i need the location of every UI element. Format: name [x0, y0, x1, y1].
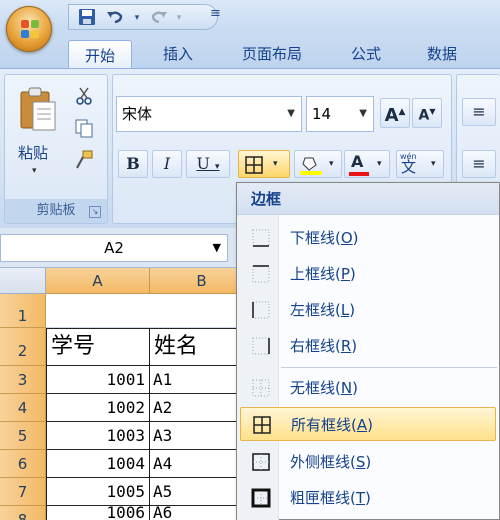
underline-button[interactable]: U ▾: [186, 150, 230, 178]
column-header-a[interactable]: A: [46, 268, 150, 294]
row-header-4[interactable]: 4: [0, 394, 46, 422]
format-painter-icon[interactable]: [74, 150, 96, 170]
row-header-2[interactable]: 2: [0, 328, 46, 366]
fill-color-button[interactable]: ▾: [294, 150, 342, 178]
tab-formulas[interactable]: 公式: [336, 42, 396, 66]
menu-item-label: 下框线(O): [290, 229, 359, 247]
row-header-6[interactable]: 6: [0, 450, 46, 478]
save-icon[interactable]: [77, 8, 97, 28]
paste-dropdown-icon: ▾: [32, 166, 37, 176]
all-borders-icon: [245, 156, 263, 174]
all-borders-icon: [253, 416, 271, 434]
copy-icon[interactable]: [74, 118, 96, 138]
menu-item-label: 右框线(R): [290, 337, 358, 355]
font-name-dropdown-icon[interactable]: ▼: [287, 97, 295, 131]
align-left-icon[interactable]: ≡: [462, 150, 496, 178]
paste-icon: [20, 87, 56, 131]
menu-item-label: 所有框线(A): [291, 416, 373, 434]
customize-qat-icon[interactable]: ≡: [210, 6, 230, 26]
menu-item-right-border[interactable]: 右框线(R): [240, 329, 496, 363]
row-header-1[interactable]: 1: [0, 294, 46, 328]
shrink-font-button[interactable]: A▼: [412, 98, 442, 128]
name-box-value: A2: [104, 239, 124, 257]
font-size-dropdown-icon[interactable]: ▼: [359, 97, 367, 131]
redo-dropdown-icon: ▾: [176, 13, 182, 23]
redo-icon: [149, 8, 169, 28]
font-name-value: 宋体: [122, 105, 153, 123]
italic-button[interactable]: I: [152, 150, 182, 178]
borders-button[interactable]: ▾: [238, 150, 290, 178]
grow-font-label: A: [384, 105, 399, 126]
row-header-7[interactable]: 7: [0, 478, 46, 506]
menu-item-no-border[interactable]: 无框线(N): [240, 371, 496, 405]
font-color-swatch: [349, 172, 369, 176]
undo-icon[interactable]: [105, 8, 125, 28]
cell-a4[interactable]: 1002: [46, 394, 150, 422]
align-top-icon[interactable]: ≡: [462, 98, 496, 126]
cell-b8-value: A6: [153, 506, 173, 520]
menu-item-label: 外侧框线(S): [290, 453, 372, 471]
menu-separator: [281, 367, 497, 368]
right-border-icon: [252, 337, 270, 355]
undo-dropdown-icon[interactable]: ▾: [127, 8, 147, 28]
tab-data[interactable]: 数据: [412, 42, 472, 66]
grow-font-button[interactable]: A▲: [380, 98, 410, 128]
menu-item-label: 粗匣框线(T): [290, 489, 371, 507]
menu-item-thick-box-border[interactable]: 粗匣框线(T): [240, 481, 496, 515]
cell-a2[interactable]: 学号: [46, 328, 150, 366]
cell-a7[interactable]: 1005: [46, 478, 150, 506]
paste-label: 粘贴: [18, 144, 49, 162]
cut-icon[interactable]: [74, 86, 96, 106]
cell-a5[interactable]: 1003: [46, 422, 150, 450]
borders-dropdown-icon: ▾: [273, 159, 278, 169]
menu-item-bottom-border[interactable]: 下框线(O): [240, 221, 496, 255]
select-all-corner[interactable]: [0, 268, 46, 294]
bold-button[interactable]: B: [118, 150, 148, 178]
cell-a3[interactable]: 1001: [46, 366, 150, 394]
font-color-button[interactable]: A ▾: [344, 150, 390, 178]
font-size-value: 14: [312, 105, 332, 123]
left-border-icon: [252, 301, 270, 319]
name-box-dropdown-icon[interactable]: ▼: [213, 235, 221, 261]
borders-menu: 边框 下框线(O) 上框线(P) 左框线(L) 右框线(R) 无框线(N) 所有…: [236, 182, 500, 520]
phonetic-dropdown-icon: ▾: [431, 159, 436, 169]
paste-button[interactable]: 粘贴 ▾: [12, 82, 62, 188]
tab-home[interactable]: 开始: [68, 40, 132, 70]
menu-item-label: 左框线(L): [290, 301, 356, 319]
menu-item-all-borders[interactable]: 所有框线(A): [240, 407, 496, 441]
cell-a8[interactable]: 1006: [46, 506, 150, 520]
outside-borders-icon: [252, 453, 270, 471]
fill-bucket-icon: [300, 157, 322, 175]
phonetic-button[interactable]: wén 文 ▾: [396, 150, 444, 178]
row-header-5[interactable]: 5: [0, 422, 46, 450]
office-button[interactable]: [6, 6, 52, 52]
row-header-3[interactable]: 3: [0, 366, 46, 394]
shrink-font-label: A: [418, 107, 430, 124]
quick-access-toolbar: ▾ ▾: [68, 4, 218, 30]
menu-item-outside-borders[interactable]: 外侧框线(S): [240, 445, 496, 479]
menu-item-left-border[interactable]: 左框线(L): [240, 293, 496, 327]
font-name-field[interactable]: 宋体 ▼: [116, 96, 302, 132]
tab-insert[interactable]: 插入: [148, 42, 208, 66]
thick-box-border-icon: [251, 488, 271, 508]
borders-menu-title: 边框: [237, 183, 499, 215]
office-logo-icon: [21, 20, 39, 38]
font-color-dropdown-icon: ▾: [377, 159, 382, 169]
phonetic-char: 文: [401, 158, 417, 176]
cell-a8-value: 1006: [106, 506, 145, 520]
row-header-8[interactable]: 8: [0, 506, 46, 520]
cell-a6[interactable]: 1004: [46, 450, 150, 478]
top-border-icon: [252, 265, 270, 283]
menu-item-top-border[interactable]: 上框线(P): [240, 257, 496, 291]
bottom-border-icon: [252, 229, 270, 247]
tab-page-layout[interactable]: 页面布局: [226, 42, 318, 66]
font-size-field[interactable]: 14 ▼: [306, 96, 374, 132]
fill-color-dropdown-icon: ▾: [329, 159, 334, 169]
menu-item-label: 无框线(N): [290, 379, 358, 397]
name-box[interactable]: A2 ▼: [0, 234, 228, 262]
underline-label: U: [196, 154, 210, 173]
clipboard-launcher-icon[interactable]: ↘: [89, 206, 101, 218]
no-border-icon: [252, 379, 270, 397]
menu-item-label: 上框线(P): [290, 265, 356, 283]
